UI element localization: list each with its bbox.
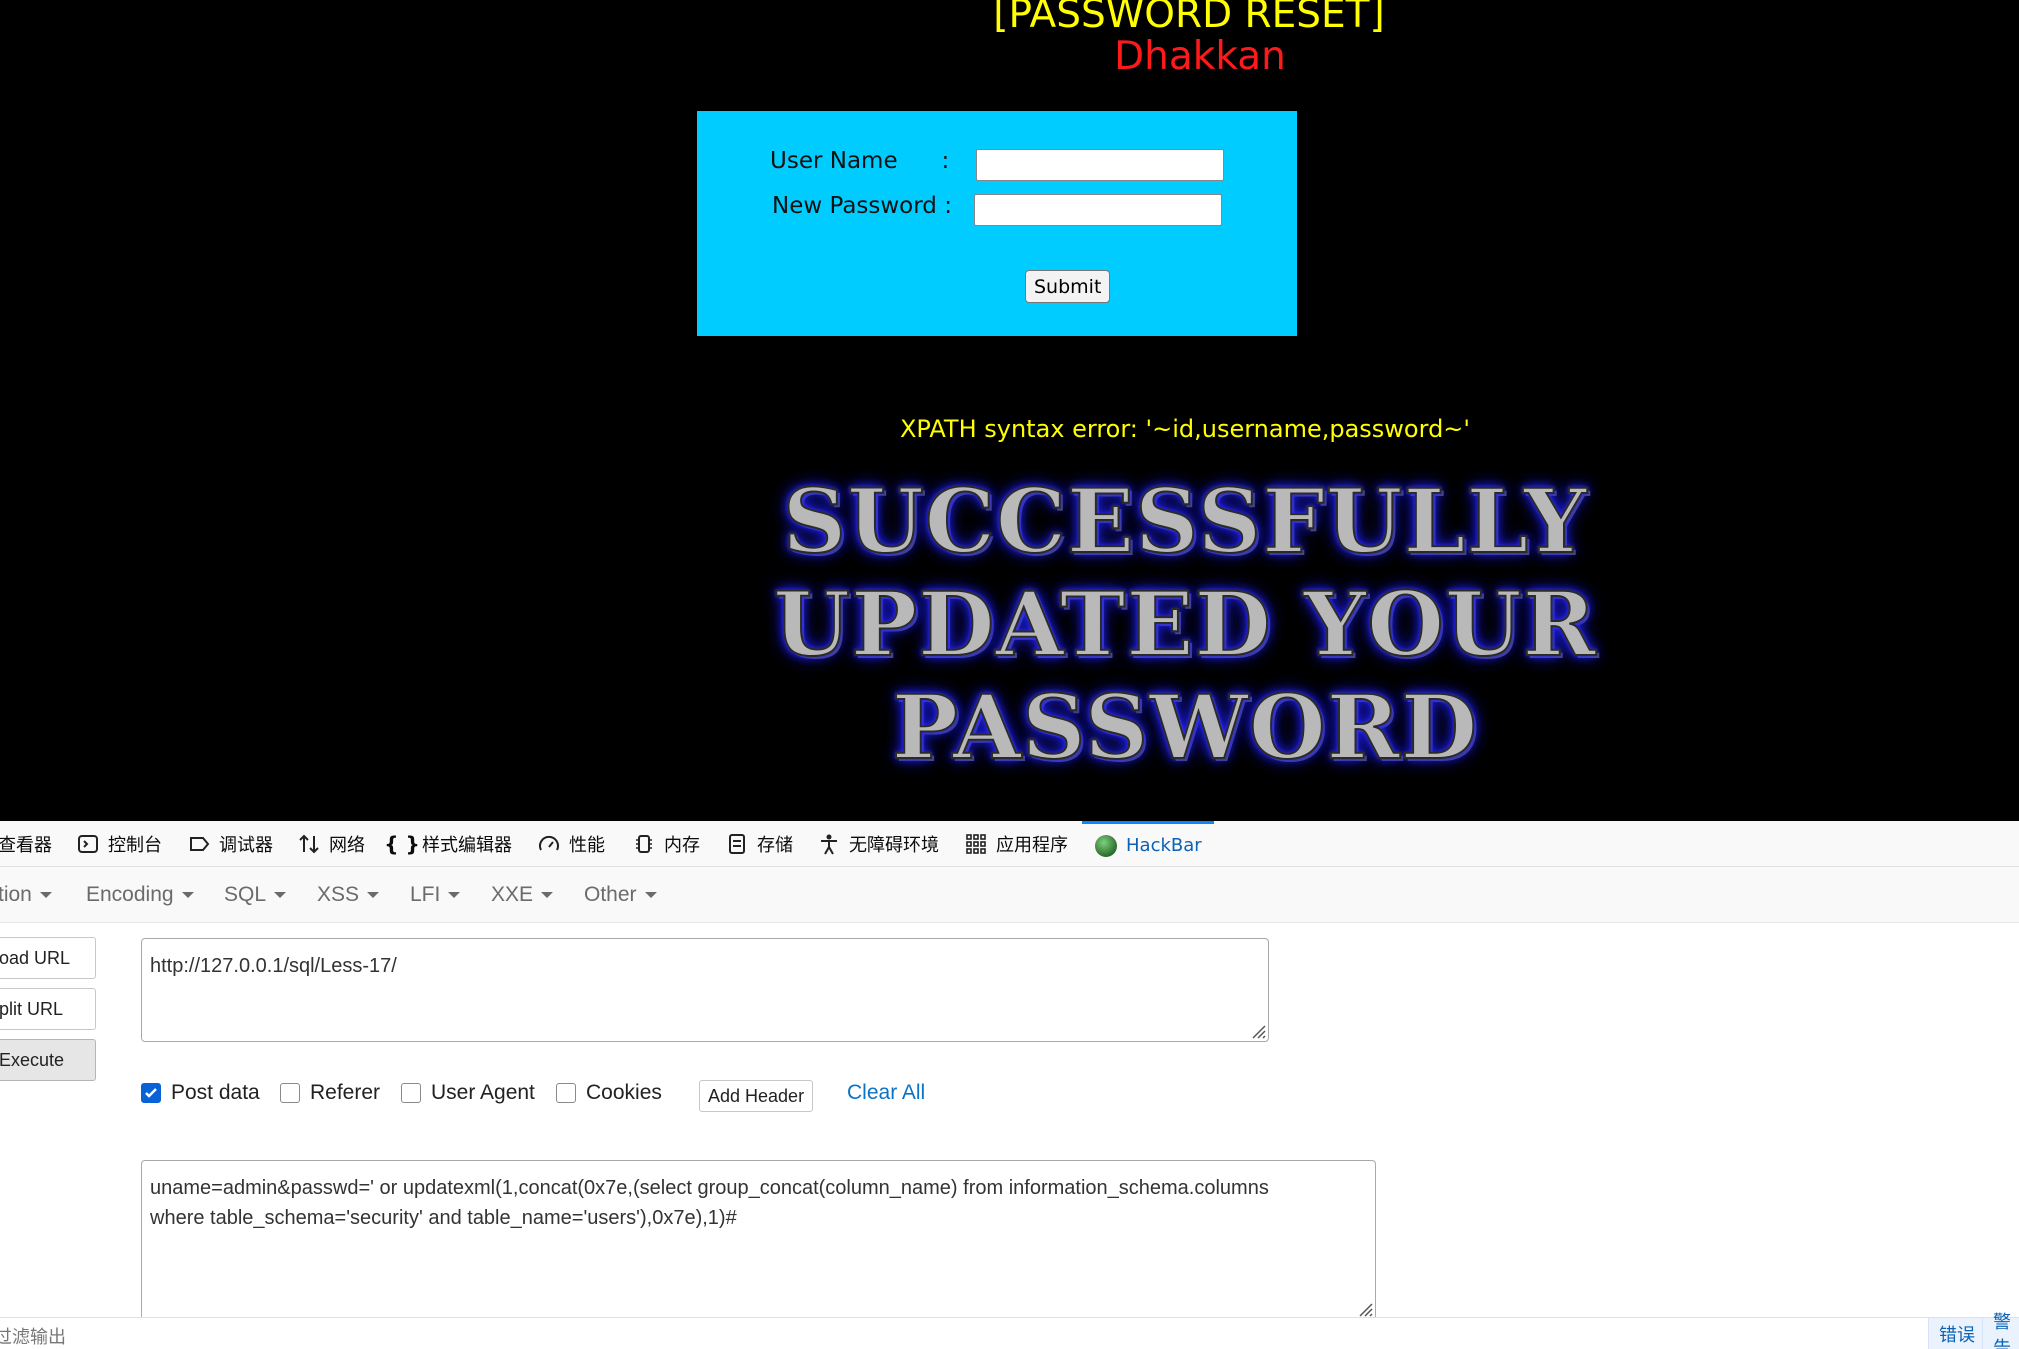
password-reset-form: User Name : New Password : Submit (697, 111, 1297, 336)
errors-filter-button[interactable]: 错误 (1928, 1318, 1985, 1349)
resize-grip-icon[interactable] (1355, 1299, 1373, 1317)
cookies-option[interactable]: Cookies (556, 1081, 662, 1105)
success-banner: SUCCESSFULLY UPDATED YOUR PASSWORD (700, 469, 1670, 780)
menu-lfi[interactable]: LFI (410, 867, 461, 923)
post-body-line: where table_schema='security' and table_… (150, 1207, 737, 1229)
tab-label: 应用程序 (996, 835, 1068, 856)
username-label: User Name : (770, 148, 950, 174)
network-icon (297, 832, 321, 856)
menu-injection[interactable]: tion (0, 867, 52, 923)
tab-label: 样式编辑器 (422, 835, 512, 856)
submit-button[interactable]: Submit (1025, 270, 1111, 303)
new-password-label: New Password : (772, 193, 952, 219)
chevron-down-icon (367, 892, 380, 898)
performance-icon (537, 832, 561, 856)
cookies-label: Cookies (586, 1081, 662, 1104)
console-filter-bar: 过滤输出 错误 警告 (0, 1312, 2019, 1349)
success-line: SUCCESSFULLY (782, 469, 1588, 574)
menu-label: Other (584, 883, 637, 906)
chevron-down-icon (541, 892, 554, 898)
menu-sql[interactable]: SQL (224, 867, 287, 923)
menu-label: LFI (410, 883, 441, 906)
storage-icon (725, 832, 749, 856)
tab-network[interactable]: 网络 (297, 821, 365, 867)
hackbar-icon (1094, 834, 1118, 858)
accessibility-icon (817, 832, 841, 856)
tab-hackbar[interactable]: HackBar (1082, 821, 1214, 867)
tab-inspector[interactable]: 查看器 (0, 821, 52, 867)
user-agent-label: User Agent (431, 1081, 535, 1104)
menu-label: Encoding (86, 883, 174, 906)
referer-label: Referer (310, 1081, 381, 1104)
url-value: http://127.0.0.1/sql/Less-17/ (150, 955, 397, 977)
referer-option[interactable]: Referer (280, 1081, 380, 1105)
split-url-button[interactable]: plit URL (0, 988, 96, 1030)
chevron-down-icon (448, 892, 461, 898)
post-data-label: Post data (171, 1081, 260, 1104)
checkbox[interactable] (556, 1083, 576, 1103)
execute-button[interactable]: Execute (0, 1039, 96, 1081)
web-page: [PASSWORD RESET] Dhakkan User Name : New… (0, 0, 2019, 821)
username-input[interactable] (976, 149, 1224, 181)
tab-label: 无障碍环境 (849, 835, 939, 856)
tab-application[interactable]: 应用程序 (964, 821, 1068, 867)
tab-storage[interactable]: 存储 (725, 821, 793, 867)
menu-label: tion (0, 883, 32, 906)
success-line: UPDATED YOUR (772, 572, 1597, 677)
chevron-down-icon (39, 892, 52, 898)
application-icon (964, 832, 988, 856)
menu-other[interactable]: Other (584, 867, 657, 923)
url-textarea[interactable]: http://127.0.0.1/sql/Less-17/ (141, 938, 1269, 1042)
clear-all-link[interactable]: Clear All (847, 1081, 925, 1105)
menu-encoding[interactable]: Encoding (86, 867, 194, 923)
add-header-button[interactable]: Add Header (699, 1080, 814, 1112)
post-data-option[interactable]: Post data (141, 1081, 260, 1105)
tab-label: 性能 (569, 835, 605, 856)
checkbox-checked[interactable] (141, 1083, 161, 1103)
success-line: PASSWORD (891, 675, 1479, 780)
checkbox[interactable] (280, 1083, 300, 1103)
load-url-button[interactable]: oad URL (0, 937, 96, 979)
chevron-down-icon (181, 892, 194, 898)
tab-label: 调试器 (219, 835, 273, 856)
checkbox[interactable] (401, 1083, 421, 1103)
console-icon (76, 832, 100, 856)
warnings-filter-button[interactable]: 警告 (1982, 1312, 2019, 1349)
tab-accessibility[interactable]: 无障碍环境 (817, 821, 939, 867)
menu-label: SQL (224, 883, 267, 906)
tab-label: 网络 (329, 835, 365, 856)
debugger-icon (187, 832, 211, 856)
xpath-error-message: XPATH syntax error: '~id,username,passwo… (899, 415, 1471, 443)
menu-xxe[interactable]: XXE (491, 867, 554, 923)
tab-label: 存储 (757, 835, 793, 856)
chevron-down-icon (274, 892, 287, 898)
tab-label: 查看器 (0, 835, 52, 856)
tab-label: 内存 (664, 835, 700, 856)
tab-performance[interactable]: 性能 (537, 821, 605, 867)
resize-grip-icon[interactable] (1248, 1021, 1266, 1039)
filter-output-input[interactable]: 过滤输出 (0, 1323, 66, 1349)
page-subtitle: Dhakkan (1114, 34, 1286, 79)
chevron-down-icon (644, 892, 657, 898)
tab-style-editor[interactable]: { } 样式编辑器 (384, 821, 512, 867)
post-body-line: uname=admin&passwd=' or updatexml(1,conc… (150, 1177, 1269, 1199)
devtools-panel: 查看器 控制台 调试器 网络 { } 样式编辑器 性能 内存 存储 无障碍环境 … (0, 821, 2019, 1349)
tab-label: 控制台 (108, 835, 162, 856)
menu-label: XXE (491, 883, 534, 906)
hackbar-menu: tion Encoding SQL XSS LFI XXE Other (0, 867, 2019, 923)
tab-label: HackBar (1126, 835, 1202, 856)
memory-icon (632, 832, 656, 856)
tab-console[interactable]: 控制台 (76, 821, 162, 867)
user-agent-option[interactable]: User Agent (401, 1081, 535, 1105)
new-password-input[interactable] (974, 194, 1222, 226)
page-title: [PASSWORD RESET] (993, 0, 1385, 37)
menu-xss[interactable]: XSS (317, 867, 380, 923)
post-body-textarea[interactable]: uname=admin&passwd=' or updatexml(1,conc… (141, 1160, 1376, 1320)
devtools-tab-bar: 查看器 控制台 调试器 网络 { } 样式编辑器 性能 内存 存储 无障碍环境 … (0, 821, 2019, 867)
tab-memory[interactable]: 内存 (632, 821, 700, 867)
tab-debugger[interactable]: 调试器 (187, 821, 273, 867)
style-editor-icon: { } (384, 832, 420, 856)
menu-label: XSS (317, 883, 360, 906)
